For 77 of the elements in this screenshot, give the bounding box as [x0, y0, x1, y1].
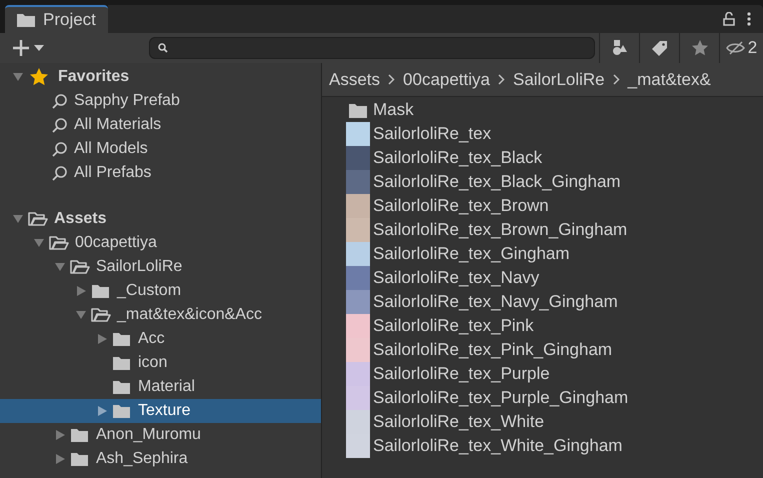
collapsed-arrow-icon[interactable] — [54, 453, 66, 465]
search-icon — [52, 117, 68, 133]
image-asset-item[interactable]: SailorloliRe_tex_Black_Gingham — [322, 170, 763, 194]
star-icon — [692, 40, 708, 56]
dropdown-caret-icon — [34, 45, 44, 51]
plus-icon — [12, 39, 30, 57]
favorites-header[interactable]: Favorites — [0, 65, 321, 89]
favorite-search-item[interactable]: Sapphy Prefab — [0, 89, 321, 113]
folder-icon — [349, 102, 367, 118]
folder-icon — [112, 331, 132, 347]
image-asset-item[interactable]: SailorloliRe_tex_Brown_Gingham — [322, 218, 763, 242]
tree-item[interactable]: _mat&tex&icon&Acc — [0, 303, 321, 327]
image-asset-item[interactable]: SailorloliRe_tex_Black — [322, 146, 763, 170]
collapsed-arrow-icon[interactable] — [54, 429, 66, 441]
shapes-icon — [612, 40, 628, 56]
image-asset-item[interactable]: SailorloliRe_tex_Navy — [322, 266, 763, 290]
image-asset-item[interactable]: SailorloliRe_tex_Purple_Gingham — [322, 386, 763, 410]
image-asset-item[interactable]: SailorloliRe_tex_White — [322, 410, 763, 434]
expanded-arrow-icon[interactable] — [54, 261, 66, 273]
expanded-arrow-icon[interactable] — [75, 309, 87, 321]
open-folder-icon — [70, 259, 90, 275]
expanded-arrow-icon[interactable] — [33, 237, 45, 249]
chevron-right-icon — [612, 74, 620, 85]
search-field[interactable] — [148, 37, 595, 59]
tree-item[interactable]: Ash_Sephira — [0, 447, 321, 471]
collapsed-arrow-icon[interactable] — [96, 333, 108, 345]
image-asset-item[interactable]: SailorloliRe_tex_Purple — [322, 362, 763, 386]
tree-item[interactable]: icon — [0, 351, 321, 375]
tree-item[interactable]: _Custom — [0, 279, 321, 303]
asset-folder-item[interactable]: Mask — [322, 98, 763, 122]
tree-item[interactable]: Assets — [0, 207, 321, 231]
eye-slash-icon — [726, 41, 746, 55]
open-folder-icon — [28, 211, 48, 227]
more-options-icon[interactable] — [747, 12, 751, 26]
expanded-arrow-icon[interactable] — [12, 213, 24, 225]
image-asset-item[interactable]: SailorloliRe_tex — [322, 122, 763, 146]
tag-icon — [652, 40, 667, 56]
folder-icon — [112, 355, 132, 371]
expanded-arrow-icon[interactable] — [12, 71, 24, 83]
tree-item[interactable]: Texture — [0, 399, 321, 423]
tree-item[interactable]: Material — [0, 375, 321, 399]
image-asset-item[interactable]: SailorloliRe_tex_Pink — [322, 314, 763, 338]
tree-item[interactable]: Anon_Muromu — [0, 423, 321, 447]
favorite-search-item[interactable]: All Prefabs — [0, 161, 321, 185]
favorite-search-item[interactable]: All Models — [0, 137, 321, 161]
breadcrumb-link[interactable]: Assets — [329, 66, 380, 92]
open-folder-icon — [49, 235, 69, 251]
image-asset-item[interactable]: SailorloliRe_tex_Gingham — [322, 242, 763, 266]
breadcrumb-link[interactable]: _mat&tex& — [628, 66, 711, 92]
search-icon — [52, 141, 68, 157]
image-asset-item[interactable]: SailorloliRe_tex_Pink_Gingham — [322, 338, 763, 362]
collapsed-arrow-icon[interactable] — [75, 285, 87, 297]
breadcrumb-link[interactable]: 00capettiya — [403, 66, 490, 92]
chevron-right-icon — [388, 74, 396, 85]
favorite-search-item[interactable]: All Materials — [0, 113, 321, 137]
breadcrumb-link[interactable]: SailorLoliRe — [512, 66, 605, 92]
image-asset-item[interactable]: SailorloliRe_tex_White_Gingham — [322, 434, 763, 458]
search-icon — [52, 165, 68, 181]
tree-item[interactable]: SailorLoliRe — [0, 255, 321, 279]
star-icon — [30, 68, 48, 86]
image-asset-item[interactable]: SailorloliRe_tex_Brown — [322, 194, 763, 218]
open-folder-icon — [91, 307, 111, 323]
unlocked-padlock-icon[interactable] — [723, 12, 735, 26]
search-icon — [52, 93, 68, 109]
collapsed-arrow-icon[interactable] — [96, 405, 108, 417]
folder-icon — [91, 283, 111, 299]
chevron-right-icon — [498, 74, 505, 85]
image-asset-item[interactable]: SailorloliRe_tex_Navy_Gingham — [322, 290, 763, 314]
folder-icon — [112, 379, 132, 395]
folder-icon — [70, 427, 90, 443]
tree-item[interactable]: Acc — [0, 327, 321, 351]
search-icon — [158, 43, 168, 53]
folder-icon — [70, 451, 90, 467]
folder-icon — [17, 13, 35, 27]
project-tab[interactable]: Project — [5, 5, 108, 33]
folder-icon — [112, 403, 132, 419]
tree-item[interactable]: 00capettiya — [0, 231, 321, 255]
